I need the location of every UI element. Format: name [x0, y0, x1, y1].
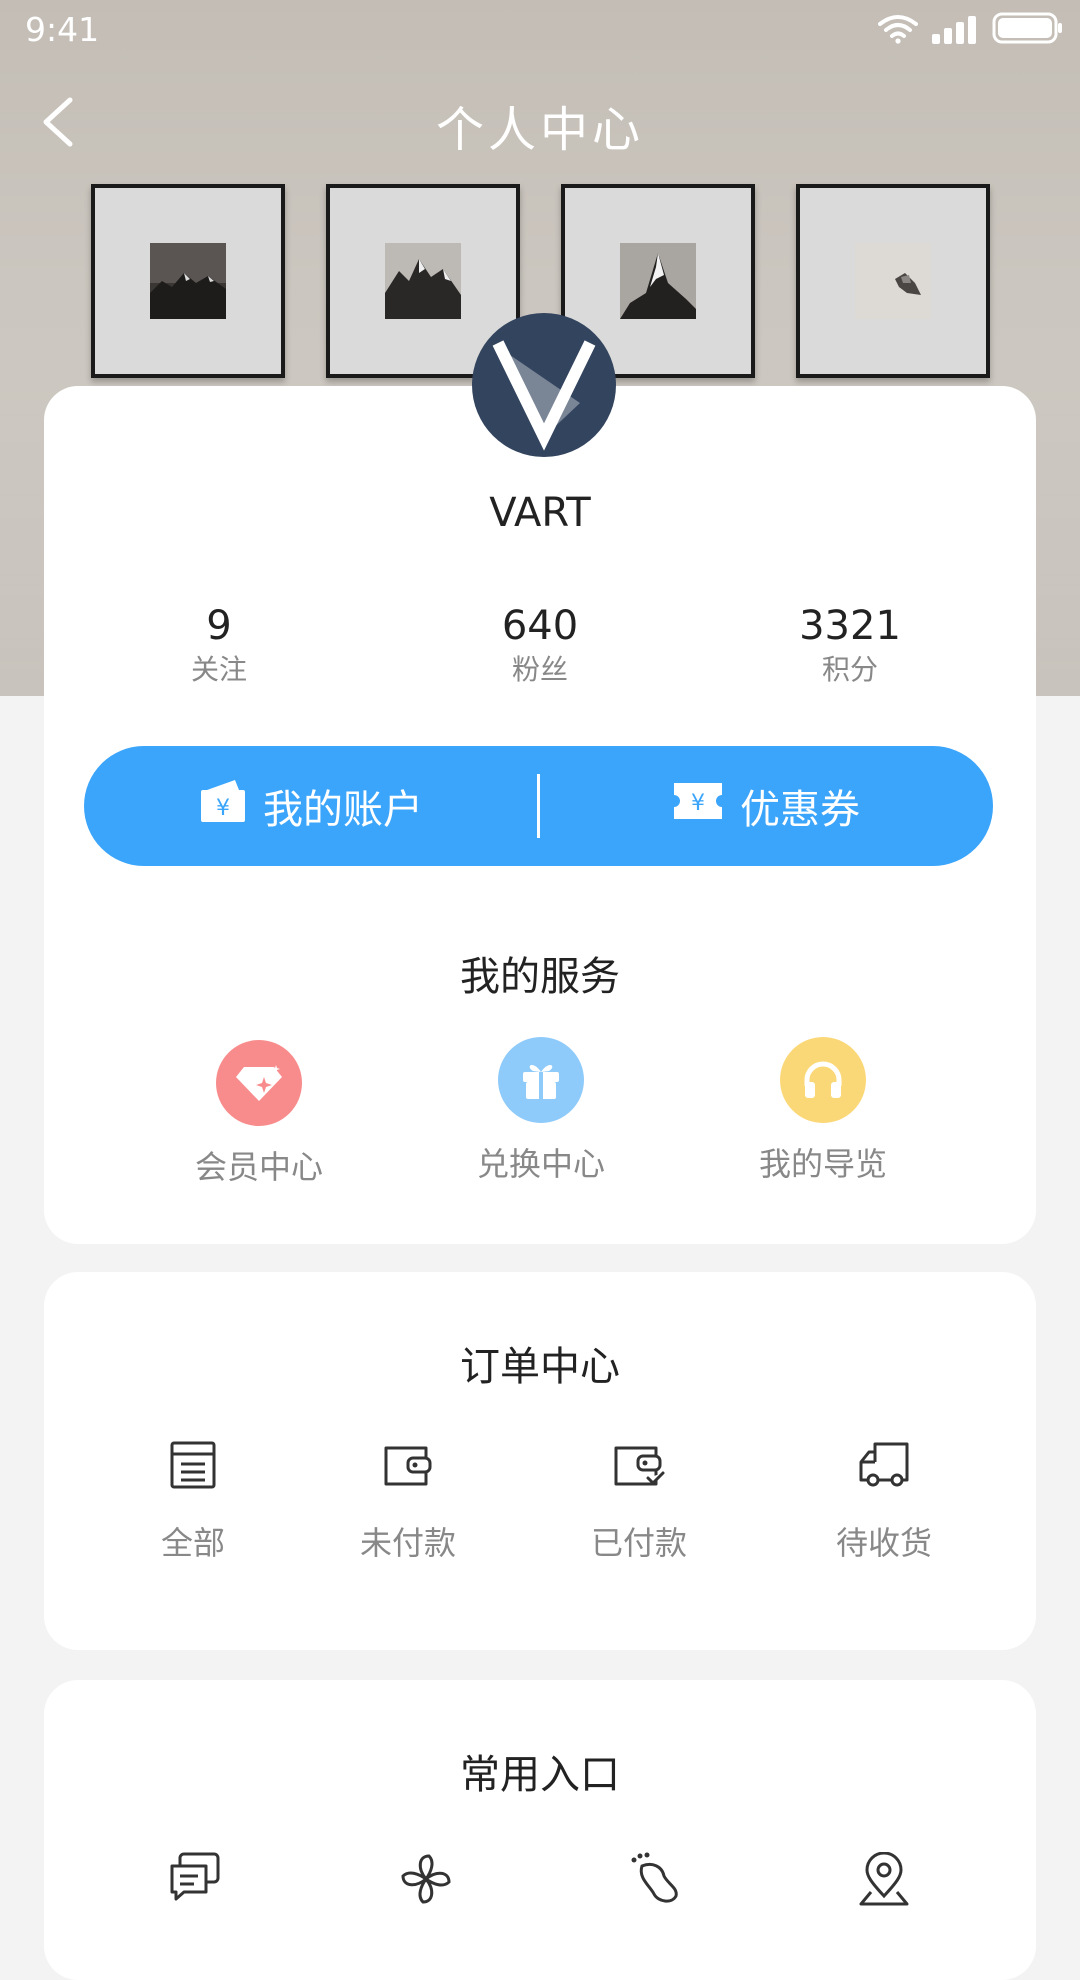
my-account-button[interactable]: ¥ 我的账户 — [84, 746, 538, 866]
service-label: 我的导览 — [758, 1145, 887, 1183]
username: VART — [489, 490, 591, 536]
my-account-label: 我的账户 — [263, 787, 423, 833]
wifi-icon — [878, 13, 918, 52]
wallet-icon — [384, 1446, 432, 1486]
status-bar: 9:41 — [0, 0, 1080, 58]
shortcut-pinwheel[interactable] — [326, 1852, 526, 1906]
shortcut-location[interactable] — [784, 1852, 984, 1908]
svg-text:¥: ¥ — [691, 791, 705, 816]
order-paid[interactable]: 已付款 — [539, 1440, 739, 1564]
stat-value: 3321 — [799, 603, 901, 649]
artwork-frame — [91, 184, 285, 378]
stat-followers[interactable]: 640 粉丝 — [440, 600, 640, 688]
battery-icon — [992, 12, 1064, 52]
message-icon — [170, 1852, 220, 1901]
service-label: 会员中心 — [194, 1148, 323, 1186]
stat-value: 9 — [206, 603, 232, 649]
location-pin-icon — [859, 1852, 909, 1906]
signal-icon — [932, 13, 978, 52]
stat-following[interactable]: 9 关注 — [119, 600, 319, 688]
coupon-icon: ¥ — [672, 779, 724, 833]
page-title: 个人中心 — [435, 102, 644, 158]
svg-text:¥: ¥ — [216, 796, 230, 821]
coupon-button[interactable]: ¥ 优惠券 — [539, 746, 993, 866]
mountain-artwork — [150, 243, 226, 319]
service-my-guide[interactable]: 我的导览 — [723, 1037, 923, 1185]
diamond-icon — [216, 1040, 302, 1126]
order-unpaid[interactable]: 未付款 — [308, 1440, 508, 1564]
pinwheel-icon — [401, 1854, 451, 1904]
shortcut-messages[interactable] — [95, 1852, 295, 1902]
avatar[interactable] — [472, 313, 616, 457]
shortcut-footprint[interactable] — [555, 1852, 755, 1906]
coupon-label: 优惠券 — [740, 787, 860, 833]
nav-bar: 个人中心 — [0, 80, 1080, 160]
delivery-truck-icon — [859, 1442, 909, 1487]
service-exchange-center[interactable]: 兑换中心 — [441, 1037, 641, 1185]
service-label: 兑换中心 — [476, 1145, 605, 1183]
stat-points[interactable]: 3321 积分 — [750, 600, 950, 688]
artwork-frame — [796, 184, 990, 378]
wallet-check-icon — [614, 1446, 665, 1486]
stat-value: 640 — [501, 603, 579, 649]
gift-icon — [498, 1037, 584, 1123]
order-label: 已付款 — [590, 1524, 687, 1562]
shortcuts-title: 常用入口 — [460, 1752, 620, 1798]
footprint-icon — [631, 1852, 678, 1903]
services-title: 我的服务 — [460, 954, 620, 1000]
wallet-icon: ¥ — [199, 778, 247, 834]
stat-label: 积分 — [821, 653, 878, 686]
stat-label: 关注 — [190, 653, 247, 686]
order-all[interactable]: 全部 — [93, 1440, 293, 1564]
status-time: 9:41 — [25, 10, 100, 49]
order-label: 全部 — [160, 1524, 225, 1562]
shortcuts-card — [44, 1680, 1036, 1980]
mountain-artwork — [855, 243, 931, 319]
order-to-receive[interactable]: 待收货 — [784, 1440, 984, 1564]
mountain-artwork — [620, 243, 696, 319]
mountain-artwork — [385, 243, 461, 319]
list-document-icon — [170, 1441, 216, 1489]
orders-title: 订单中心 — [460, 1344, 620, 1390]
order-label: 未付款 — [359, 1524, 456, 1562]
headphones-icon — [780, 1037, 866, 1123]
stat-label: 粉丝 — [511, 653, 568, 686]
account-coupon-bar: ¥ 我的账户 ¥ 优惠券 — [84, 746, 993, 866]
order-label: 待收货 — [835, 1524, 932, 1562]
service-member-center[interactable]: 会员中心 — [159, 1040, 359, 1188]
vart-logo-icon — [492, 340, 596, 451]
